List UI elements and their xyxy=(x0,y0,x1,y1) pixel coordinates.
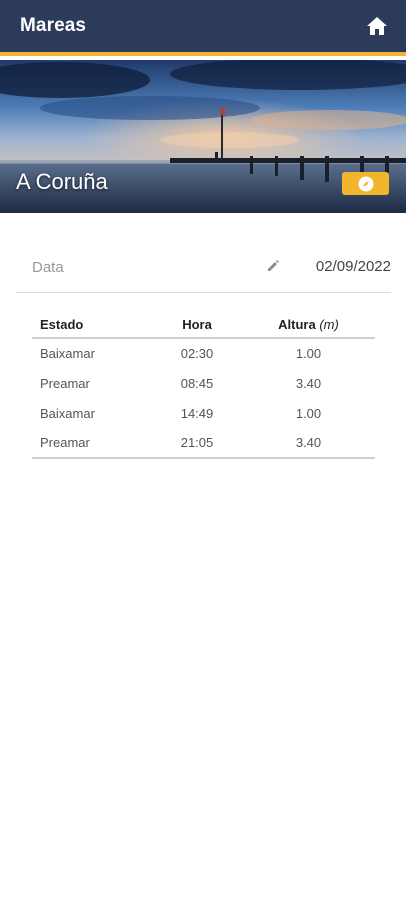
cell-height: 1.00 xyxy=(295,405,322,421)
cell-time: 14:49 xyxy=(180,405,214,421)
compass-icon xyxy=(358,176,373,191)
cell-time: 02:30 xyxy=(180,346,214,361)
location-title: A Coruña xyxy=(16,169,108,194)
table-row: Preamar 21:05 3.40 xyxy=(32,428,375,459)
header-state: Estado xyxy=(32,311,152,339)
date-value[interactable]: 02/09/2022 xyxy=(316,258,391,275)
cell-time: 08:45 xyxy=(180,375,214,391)
cell-state: Baixamar xyxy=(40,346,95,361)
header-height: Altura (m) xyxy=(242,311,375,339)
cell-height: 3.40 xyxy=(242,428,375,459)
cell-state: Baixamar xyxy=(40,405,95,421)
table-row: Baixamar 02:30 1.00 xyxy=(32,338,375,368)
location-banner: A Coruña xyxy=(0,60,406,213)
cell-state: Preamar xyxy=(40,375,90,391)
app-title: Mareas xyxy=(20,15,87,36)
home-icon xyxy=(367,17,387,35)
cell-time: 21:05 xyxy=(152,428,242,459)
cell-height: 1.00 xyxy=(295,346,322,361)
header-height-label: Altura xyxy=(278,316,316,332)
home-button[interactable] xyxy=(364,13,390,39)
table-header-row: Estado Hora Altura (m) xyxy=(32,311,375,339)
header-time: Hora xyxy=(152,311,242,339)
pencil-icon[interactable] xyxy=(266,259,280,273)
header-height-unit: (m) xyxy=(319,316,339,332)
table-row: Preamar 08:45 3.40 xyxy=(32,368,375,398)
tides-table: Estado Hora Altura (m) Baixamar 02:30 1.… xyxy=(32,311,375,459)
table-row: Baixamar 14:49 1.00 xyxy=(32,398,375,428)
cell-height: 3.40 xyxy=(295,375,322,391)
date-selector: Data 02/09/2022 xyxy=(16,244,391,293)
date-label: Data xyxy=(32,259,64,276)
cell-state: Preamar xyxy=(32,428,152,459)
map-button[interactable] xyxy=(342,172,389,195)
app-bar: Mareas xyxy=(0,0,406,56)
